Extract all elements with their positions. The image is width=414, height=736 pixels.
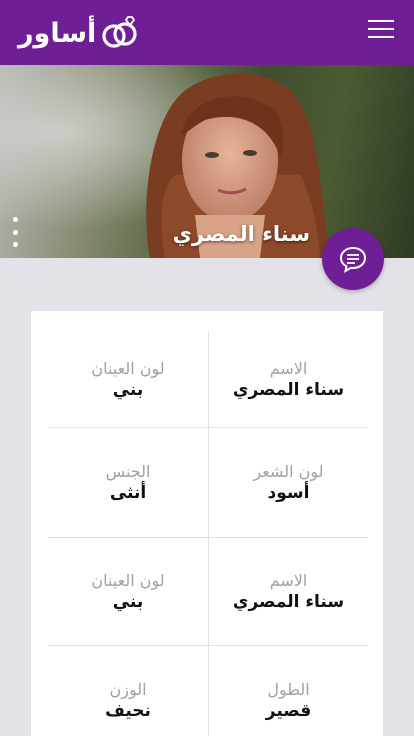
detail-label: الاسم (269, 358, 308, 378)
detail-value: أنثى (109, 483, 147, 503)
detail-cell: الطول قصير (208, 646, 368, 736)
details-row: الاسم سناء المصري لون العينان بني (48, 538, 368, 646)
detail-label: الوزن (109, 679, 147, 699)
detail-label: لون العينان (91, 571, 165, 590)
detail-value: أسود (267, 483, 310, 503)
detail-value: بني (112, 592, 144, 612)
detail-value: نحيف (105, 700, 151, 721)
detail-cell: الجنس أنثى (48, 428, 208, 537)
detail-cell: الاسم سناء المصري (208, 331, 368, 427)
detail-cell: الوزن نحيف (48, 646, 208, 736)
detail-label: لون العينان (91, 358, 165, 378)
profile-details-card: الاسم سناء المصري لون العينان بني لون ال… (31, 311, 383, 736)
details-row: لون الشعر أسود الجنس أنثى (48, 428, 368, 538)
chat-bubble-icon (339, 246, 367, 273)
top-bar: أساور (0, 0, 414, 65)
details-grid: الاسم سناء المصري لون العينان بني لون ال… (48, 331, 368, 736)
details-row: الاسم سناء المصري لون العينان بني (48, 331, 368, 428)
detail-label: الجنس (105, 462, 151, 481)
detail-cell: لون العينان بني (48, 538, 208, 645)
hamburger-menu-icon[interactable] (368, 20, 394, 42)
detail-value: قصير (265, 700, 312, 721)
app-logo[interactable]: أساور (18, 10, 140, 56)
detail-label: الاسم (269, 571, 308, 590)
chat-button[interactable] (322, 228, 384, 290)
detail-value: سناء المصري (232, 379, 345, 400)
detail-value: سناء المصري (232, 592, 345, 612)
details-row: الطول قصير الوزن نحيف (48, 646, 368, 736)
detail-label: الطول (267, 679, 310, 699)
detail-label: لون الشعر (253, 462, 324, 481)
logo-text: أساور (18, 17, 97, 49)
detail-cell: الاسم سناء المصري (208, 538, 368, 645)
detail-cell: لون العينان بني (48, 331, 208, 427)
profile-name: سناء المصري (172, 222, 310, 246)
rings-icon (102, 16, 137, 48)
detail-cell: لون الشعر أسود (208, 428, 368, 537)
more-options-icon[interactable] (8, 217, 22, 247)
detail-value: بني (112, 379, 144, 400)
